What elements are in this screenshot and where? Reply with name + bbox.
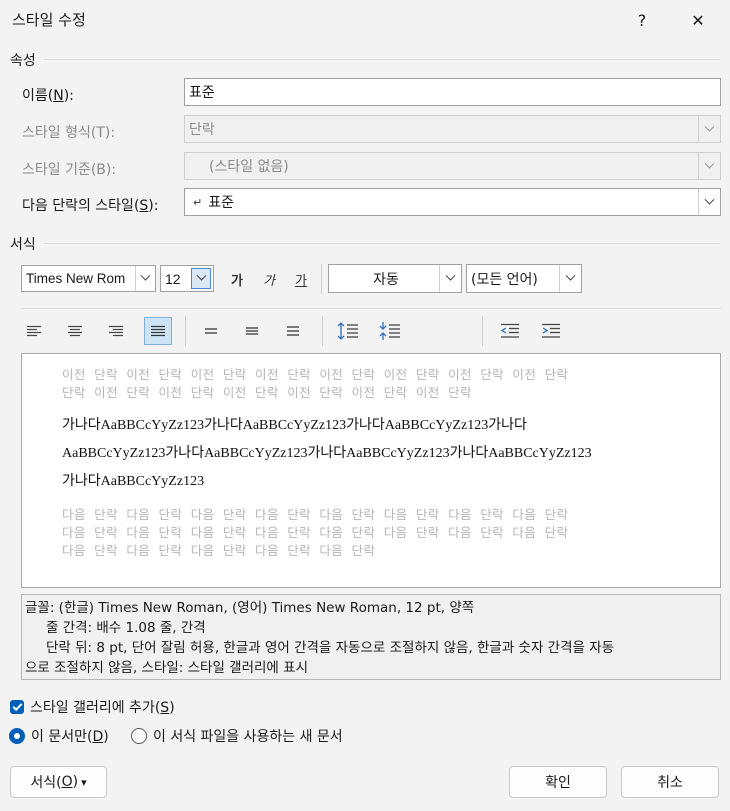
this-document-only-label: 이 문서만(D): [31, 729, 109, 745]
title-bar: [0, 0, 730, 40]
new-documents-option[interactable]: 이 서식 파일을 사용하는 새 문서: [131, 726, 343, 746]
formatting-divider: [44, 243, 720, 244]
based-on-label: 스타일 기준(B):: [22, 162, 117, 178]
add-to-gallery-option[interactable]: 스타일 갤러리에 추가(S): [10, 697, 175, 717]
decrease-spacing-icon: [379, 322, 400, 340]
chevron-down-icon: [698, 116, 720, 142]
formatting-section-label: 서식: [10, 237, 36, 253]
increase-indent-button[interactable]: [537, 317, 565, 345]
format-menu-button[interactable]: 서식(O) ▾: [10, 766, 107, 798]
new-documents-label: 이 서식 파일을 사용하는 새 문서: [153, 729, 343, 745]
chevron-down-icon: [439, 265, 461, 292]
double-spacing-icon: [287, 326, 299, 336]
paragraph-return-icon: ↵: [193, 195, 203, 209]
align-right-button[interactable]: [103, 317, 129, 345]
increase-indent-icon: [542, 323, 560, 338]
style-type-label: 스타일 형식(T):: [22, 125, 116, 141]
name-label: 이름(N):: [22, 88, 74, 104]
toolbar-separator: [185, 316, 186, 346]
chevron-down-icon: [191, 268, 211, 289]
underline-button[interactable]: 가: [290, 265, 312, 293]
properties-divider: [44, 59, 720, 60]
new-documents-radio[interactable]: [131, 728, 147, 744]
next-style-label: 다음 단락의 스타일(S):: [22, 198, 159, 214]
style-type-dropdown[interactable]: 단락: [184, 115, 721, 143]
font-color-dropdown[interactable]: 자동: [328, 264, 462, 293]
chevron-down-icon: [698, 153, 720, 179]
toolbar-separator: [482, 316, 483, 346]
single-spacing-button[interactable]: [198, 317, 224, 345]
cancel-button[interactable]: 취소: [621, 766, 719, 798]
align-justify-icon: [151, 325, 165, 337]
increase-spacing-icon: [337, 322, 358, 340]
style-preview: 이전 단락 이전 단락 이전 단락 이전 단락 이전 단락 이전 단락 이전 단…: [21, 353, 721, 588]
language-dropdown[interactable]: (모든 언어): [466, 264, 582, 293]
add-to-gallery-checkbox[interactable]: [10, 700, 24, 714]
close-button[interactable]: ✕: [682, 6, 714, 34]
decrease-paragraph-spacing-button[interactable]: [376, 317, 404, 345]
align-left-icon: [27, 325, 41, 337]
based-on-dropdown[interactable]: (스타일 없음): [184, 152, 721, 180]
close-icon: ✕: [691, 10, 705, 30]
chevron-down-icon: [698, 189, 720, 215]
this-document-only-radio[interactable]: [9, 728, 25, 744]
toolbar-divider: [21, 308, 721, 309]
font-size-dropdown[interactable]: 12: [160, 265, 214, 292]
decrease-indent-button[interactable]: [496, 317, 524, 345]
single-spacing-icon: [205, 328, 217, 334]
checkmark-icon: [12, 700, 22, 711]
window-title: 스타일 수정: [12, 11, 86, 29]
properties-section-label: 속성: [10, 53, 36, 69]
align-center-button[interactable]: [62, 317, 88, 345]
add-to-gallery-label: 스타일 갤러리에 추가(S): [30, 700, 175, 716]
bold-button[interactable]: 가: [226, 265, 248, 293]
font-name-dropdown[interactable]: Times New Rom: [21, 265, 156, 292]
help-icon: ?: [637, 10, 647, 30]
preview-next-paragraph: 다음 단락 다음 단락 다음 단락 다음 단락 다음 단락 다음 단락 다음 단…: [62, 507, 569, 558]
preview-sample-paragraph: 가나다AaBBCcYyZz123가나다AaBBCcYyZz123가나다AaBBC…: [62, 418, 592, 489]
help-button[interactable]: ?: [626, 6, 658, 34]
chevron-down-icon: [135, 266, 155, 291]
next-style-dropdown[interactable]: ↵ 표준: [184, 188, 721, 216]
ok-button[interactable]: 확인: [509, 766, 607, 798]
style-description: 글꼴: (한글) Times New Roman, (영어) Times New…: [21, 594, 721, 680]
toolbar-separator: [322, 316, 323, 346]
one-half-spacing-icon: [246, 327, 258, 335]
italic-button[interactable]: 가: [258, 265, 280, 293]
toolbar-separator: [321, 264, 322, 294]
align-justify-button[interactable]: [144, 317, 172, 345]
name-input[interactable]: 표준: [184, 78, 721, 106]
align-center-icon: [68, 325, 82, 337]
one-half-spacing-button[interactable]: [239, 317, 265, 345]
this-document-only-option[interactable]: 이 문서만(D): [9, 726, 109, 746]
preview-previous-paragraph: 이전 단락 이전 단락 이전 단락 이전 단락 이전 단락 이전 단락 이전 단…: [62, 367, 569, 400]
align-left-button[interactable]: [21, 317, 47, 345]
align-right-icon: [109, 325, 123, 337]
double-spacing-button[interactable]: [280, 317, 306, 345]
chevron-down-icon: [559, 265, 581, 292]
decrease-indent-icon: [500, 323, 519, 338]
increase-paragraph-spacing-button[interactable]: [334, 317, 362, 345]
caret-down-icon: ▾: [81, 775, 87, 789]
